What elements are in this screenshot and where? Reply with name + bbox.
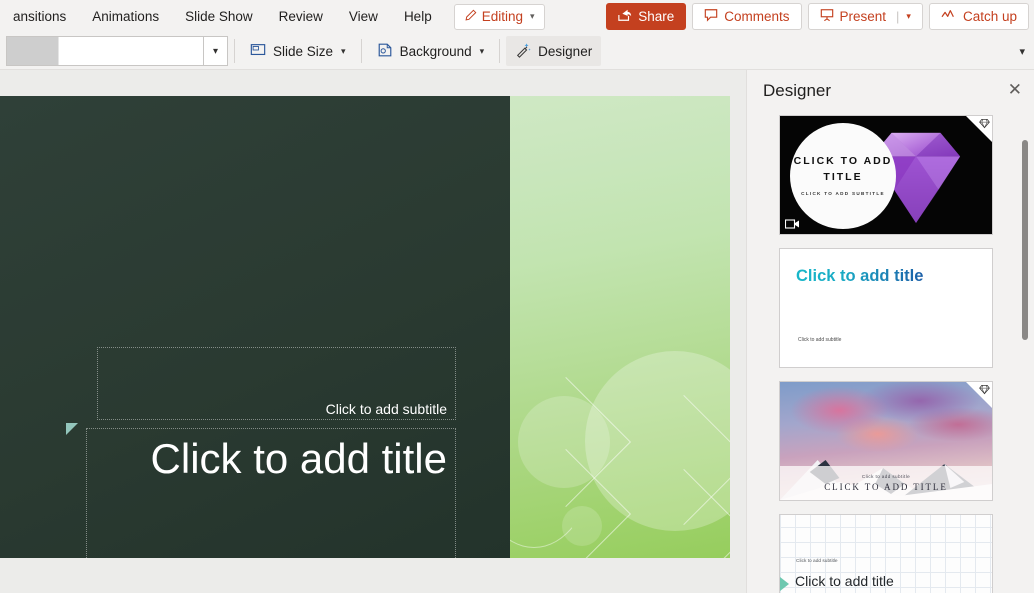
tab-help[interactable]: Help [391, 3, 445, 30]
ribbon-collapse-chevron-down-icon[interactable]: ▾ [1019, 45, 1025, 58]
tab-animations[interactable]: Animations [79, 3, 172, 30]
designer-title: Designer [763, 81, 832, 100]
share-label: Share [638, 9, 675, 24]
catchup-icon [941, 8, 957, 25]
design-idea-title: Click to add title [795, 573, 894, 589]
design-idea-subtitle: Click to add subtitle [861, 474, 911, 479]
design-idea-mountains[interactable]: Click to add subtitle CLICK TO ADD TITLE [779, 381, 993, 501]
slide-size-icon [250, 42, 266, 61]
theme-gallery-area[interactable] [59, 37, 203, 65]
designer-header: Designer ✕ [747, 70, 1034, 112]
slide-canvas[interactable]: Click to add subtitle Click to add title [0, 96, 730, 558]
theme-variant-gallery[interactable]: ▾ [6, 36, 228, 66]
subtitle-placeholder-text: Click to add subtitle [325, 401, 447, 417]
chevron-down-icon: ▾ [529, 11, 535, 21]
design-idea-title: Click to add title [796, 267, 924, 285]
comments-button[interactable]: Comments [692, 3, 802, 30]
design-idea-subtitle: Click to add subtitle [796, 559, 838, 564]
designer-button[interactable]: Designer [506, 36, 602, 66]
editing-label: Editing [481, 9, 523, 24]
slide-accent-triangle [66, 423, 78, 435]
background-label: Background [399, 43, 472, 59]
design-idea-subtitle: Click to add subtitle [798, 337, 842, 343]
media-icon [784, 217, 800, 229]
present-divider: | [896, 9, 900, 24]
accent-triangle-icon [780, 577, 789, 591]
tab-slide-show[interactable]: Slide Show [172, 3, 266, 30]
comment-icon [704, 8, 718, 25]
share-button[interactable]: Share [606, 3, 687, 30]
title-circle: CLICK TO ADD TITLE CLICK TO ADD SUBTITLE [790, 123, 896, 229]
comments-label: Comments [724, 9, 790, 24]
catch-up-label: Catch up [962, 9, 1017, 24]
design-idea-grid-paper[interactable]: Click to add subtitle Click to add title [779, 514, 993, 593]
designer-scrollbar-track[interactable] [1020, 102, 1032, 591]
present-icon [820, 8, 834, 25]
present-button[interactable]: Present | ▾ [807, 3, 923, 30]
present-label: Present [839, 9, 887, 24]
background-button[interactable]: Background ▾ [368, 36, 494, 66]
ribbon-tab-strip: ansitions Animations Slide Show Review V… [0, 0, 1034, 33]
slide-size-button[interactable]: Slide Size ▾ [241, 36, 355, 66]
ribbon-divider [499, 39, 501, 63]
ribbon-divider [360, 39, 362, 63]
title-placeholder-text: Click to add title [150, 435, 447, 482]
slide-green-panel [510, 96, 730, 558]
chevron-down-icon: ▾ [479, 45, 485, 56]
ribbon-divider [234, 39, 235, 63]
chevron-down-icon[interactable]: ▾ [906, 11, 911, 22]
tab-transitions[interactable]: ansitions [0, 3, 79, 30]
design-ideas-list: CLICK TO ADD TITLE CLICK TO ADD SUBTITLE… [747, 112, 1034, 593]
top-right-actions: Share Comments Present | ▾ Catch up [606, 3, 1029, 30]
ribbon-command-row: ▾ Slide Size ▾ Background ▾ Designer ▾ [0, 33, 1034, 70]
pencil-icon [464, 9, 477, 25]
designer-pane: Designer ✕ CLICK TO ADD TITLE CLICK TO A… [746, 70, 1034, 593]
theme-swatch[interactable] [7, 37, 59, 65]
theme-gallery-more-chevron-down-icon[interactable]: ▾ [203, 37, 227, 65]
editing-mode-button[interactable]: Editing ▾ [453, 3, 545, 30]
designer-label: Designer [538, 43, 593, 59]
design-idea-subtitle: CLICK TO ADD SUBTITLE [801, 190, 885, 196]
slide-size-label: Slide Size [273, 43, 334, 59]
magic-wand-icon [515, 42, 531, 61]
share-icon [618, 8, 632, 25]
design-idea-title: CLICK TO ADD TITLE [824, 482, 948, 492]
tab-view[interactable]: View [336, 3, 391, 30]
catch-up-button[interactable]: Catch up [928, 3, 1029, 30]
slide-workspace: Click to add subtitle Click to add title [0, 70, 746, 593]
design-idea-teal-title[interactable]: Click to add title Click to add subtitle [779, 248, 993, 368]
tab-review[interactable]: Review [266, 3, 336, 30]
design-idea-title: CLICK TO ADD TITLE [793, 155, 893, 184]
background-icon [377, 42, 393, 61]
chevron-down-icon: ▾ [341, 45, 346, 56]
title-band: Click to add subtitle CLICK TO ADD TITLE [780, 466, 992, 500]
designer-scrollbar-thumb[interactable] [1022, 140, 1028, 340]
subtitle-placeholder[interactable]: Click to add subtitle [97, 347, 456, 420]
design-idea-diamond[interactable]: CLICK TO ADD TITLE CLICK TO ADD SUBTITLE [779, 115, 993, 235]
title-placeholder[interactable]: Click to add title [86, 428, 456, 558]
close-icon[interactable]: ✕ [1008, 81, 1022, 98]
